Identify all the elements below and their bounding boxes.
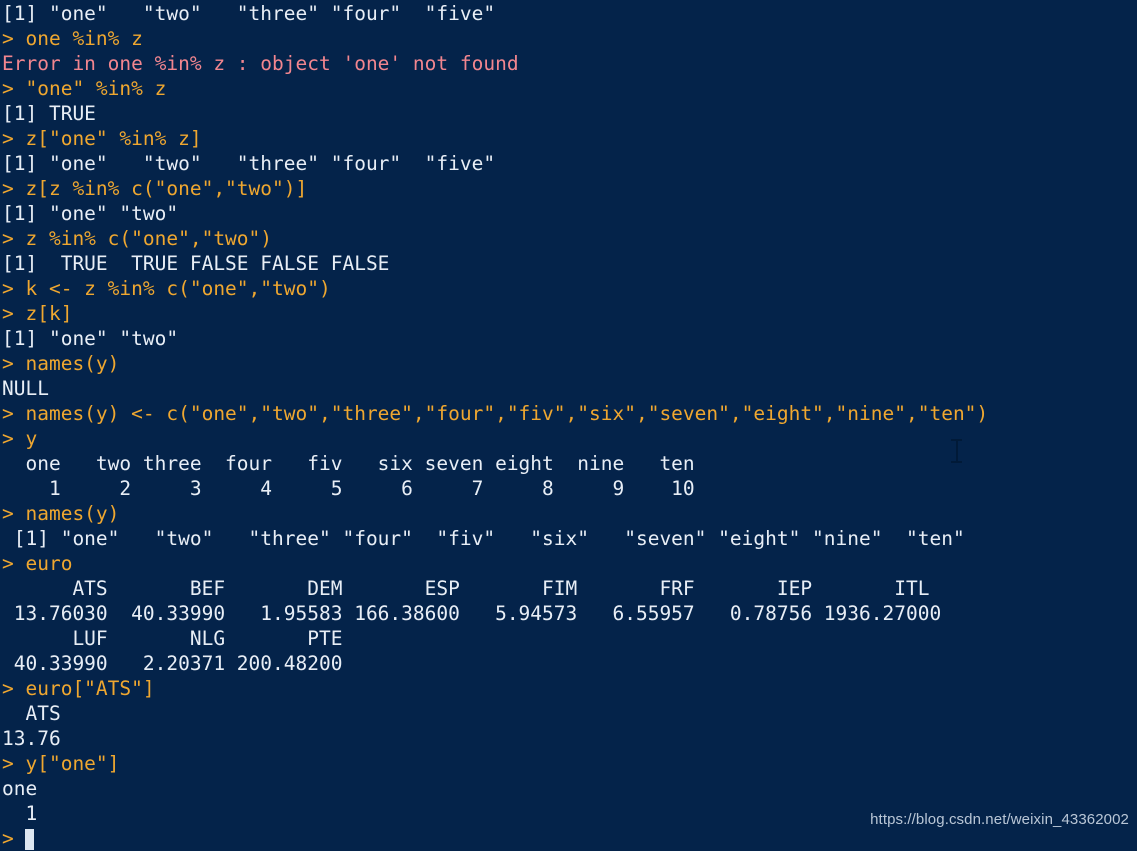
console-line-output: 1 2 3 4 5 6 7 8 9 10 [2,477,695,500]
console-line-input: > euro [2,552,73,575]
watermark-url: https://blog.csdn.net/weixin_43362002 [870,811,1129,828]
console-line-output: ATS BEF DEM ESP FIM FRF IEP ITL [2,577,930,600]
r-console-terminal[interactable]: [1] "one" "two" "three" "four" "five" > o… [0,0,1137,850]
console-line-input: > z[k] [2,302,73,325]
console-line-output: [1] "one" "two" "three" "four" "five" [2,152,496,175]
console-line-input: > names(y) [2,502,120,525]
console-line-output: 13.76 [2,727,61,750]
console-line-input: > euro["ATS"] [2,677,155,700]
console-line-output: [1] "one" "two" "three" "four" "five" [2,2,496,25]
console-line-output: NULL [2,377,49,400]
console-line-output: 40.33990 2.20371 200.48200 [2,652,343,675]
console-line-output: 13.76030 40.33990 1.95583 166.38600 5.94… [2,602,942,625]
text-caret [25,829,35,850]
console-line-output: [1] "one" "two" [2,327,179,350]
console-line-input: > y [2,427,38,450]
console-line-output: LUF NLG PTE [2,627,343,650]
console-line-input: > [2,827,26,850]
console-line-input: > y["one"] [2,752,120,775]
console-line-error: Error in one %in% z : object 'one' not f… [2,52,519,75]
console-line-input: > z %in% c("one","two") [2,227,273,250]
console-line-input: > one %in% z [2,27,143,50]
console-line-input: > names(y) [2,352,120,375]
console-line-output: [1] "one" "two" [2,202,179,225]
console-line-output: [1] "one" "two" "three" "four" "fiv" "si… [2,527,965,550]
console-line-output: [1] TRUE TRUE FALSE FALSE FALSE [2,252,390,275]
console-line-output: one two three four fiv six seven eight n… [2,452,695,475]
console-line-input: > "one" %in% z [2,77,167,100]
console-line-output: ATS [2,702,61,725]
console-line-input: > names(y) <- c("one","two","three","fou… [2,402,989,425]
console-line-input: > z["one" %in% z] [2,127,202,150]
console-line-input: > z[z %in% c("one","two")] [2,177,308,200]
console-line-input: > k <- z %in% c("one","two") [2,277,331,300]
console-line-output: [1] TRUE [2,102,96,125]
console-line-output: one [2,777,38,800]
